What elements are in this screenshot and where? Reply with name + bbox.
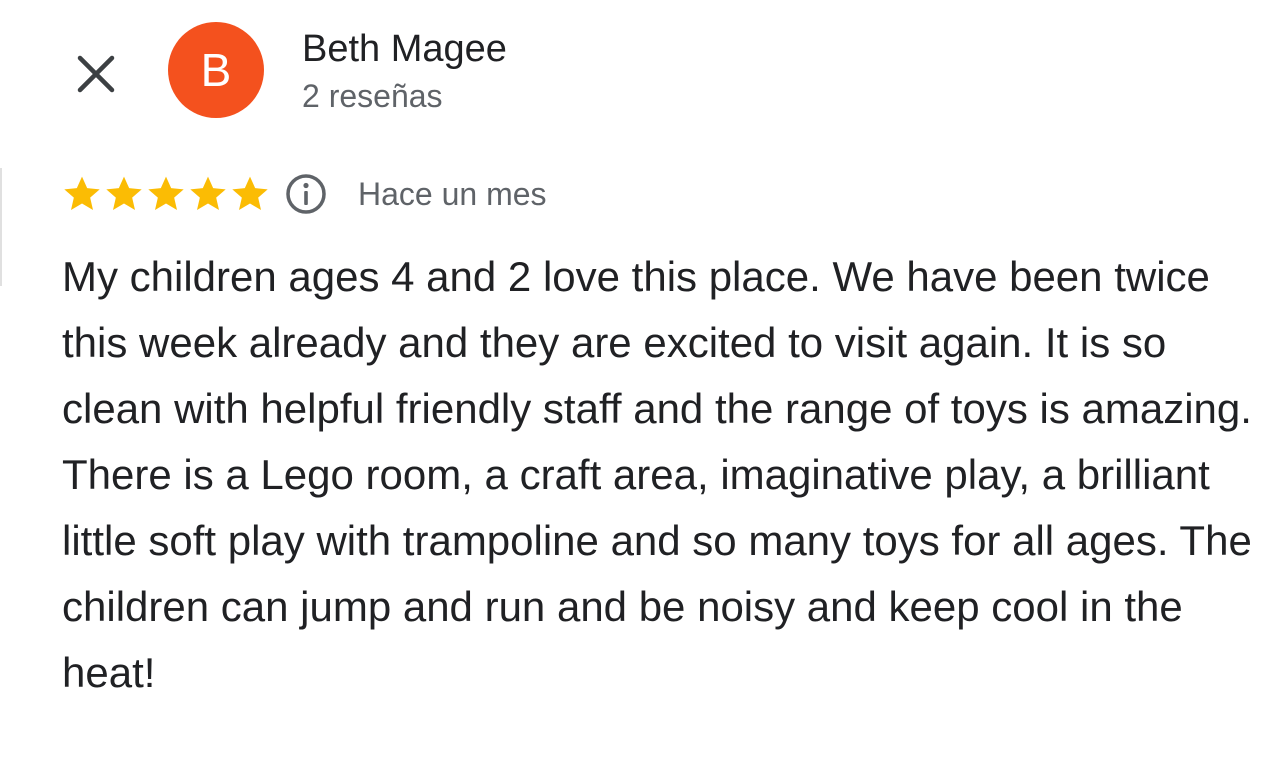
star-icon xyxy=(190,176,226,210)
review-count: 2 reseñas xyxy=(302,78,443,114)
close-icon xyxy=(77,55,115,93)
edge-divider xyxy=(0,168,2,286)
author-name[interactable]: Beth Magee xyxy=(302,26,507,72)
review-text: My children ages 4 and 2 love this place… xyxy=(62,253,1252,696)
info-icon[interactable] xyxy=(284,172,328,216)
close-button[interactable] xyxy=(70,48,122,100)
review-time: Hace un mes xyxy=(358,176,547,212)
star-icon xyxy=(148,176,184,210)
star-rating xyxy=(62,174,270,214)
star-icon xyxy=(106,176,142,210)
star-icon xyxy=(232,176,268,210)
star-icon xyxy=(64,176,100,210)
avatar[interactable]: B xyxy=(168,22,264,118)
rating-row: Hace un mes xyxy=(62,170,547,218)
